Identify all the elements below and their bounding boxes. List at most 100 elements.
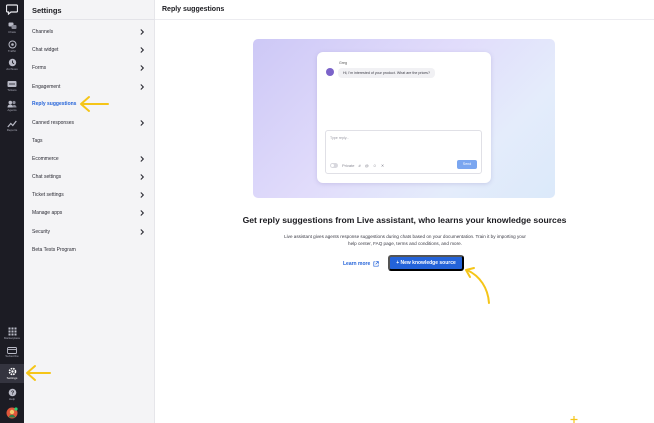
sidebar-item-label: Canned responses [32, 120, 74, 126]
sidebar-item-label: Chat widget [32, 47, 59, 53]
empty-state-headline: Get reply suggestions from Live assistan… [242, 215, 567, 225]
chevron-right-icon [140, 174, 145, 180]
hash-icon: # [358, 163, 361, 168]
divider [24, 19, 155, 20]
rail-label: Settings [6, 376, 18, 380]
sidebar-item-ticket-settings[interactable]: Ticket settings [24, 188, 155, 202]
reply-input-preview: Type reply... Private # @ ☺ ✕ Send [325, 130, 482, 174]
chat-preview-card: Greg Hi, I'm interested of your product.… [317, 52, 491, 183]
rail-label: Archives [6, 67, 18, 71]
subscribe-icon [7, 347, 17, 354]
app-window: Chats Traffic Archives Tickets Agents Re… [0, 0, 654, 423]
sidebar-item-canned-responses[interactable]: Canned responses [24, 116, 155, 130]
sidebar-item-label: Chat settings [32, 174, 62, 180]
new-knowledge-source-label: + New knowledge source [396, 260, 456, 266]
sidebar-item-label: Engagement [32, 84, 61, 90]
chevron-right-icon [140, 47, 145, 53]
rail-label: Help [8, 397, 16, 401]
sidebar-item-label: Ticket settings [32, 192, 64, 198]
traffic-icon [8, 40, 16, 49]
help-icon: ? [8, 388, 16, 396]
rail-item-settings[interactable]: Settings [0, 364, 24, 383]
sidebar-item-manage-apps[interactable]: Manage apps [24, 206, 155, 220]
rail-item-marketplace[interactable]: Marketplace [0, 327, 24, 340]
sidebar-item-label: Manage apps [32, 210, 63, 216]
sidebar-item-label: Security [32, 229, 51, 235]
ticket-icon [7, 81, 17, 87]
magic-icon: ✕ [380, 163, 385, 168]
sidebar-item-label: Forms [32, 65, 47, 71]
logo-icon[interactable] [0, 4, 24, 15]
sidebar-item-label: Tags [32, 138, 43, 144]
sidebar-item-chat-widget[interactable]: Chat widget [24, 43, 155, 57]
chat-bubble-icon [8, 22, 16, 29]
sidebar-item-channels[interactable]: Channels [24, 25, 155, 39]
annotation-arrow-icon [26, 365, 51, 381]
rail-item-traffic[interactable]: Traffic [0, 40, 24, 53]
annotation-arrow-icon [465, 267, 490, 304]
learn-more-label: Learn more [343, 260, 371, 267]
main-header: Reply suggestions [155, 0, 654, 20]
clock-icon [8, 58, 16, 67]
rail-label: Marketplace [3, 336, 21, 340]
icon-rail: Chats Traffic Archives Tickets Agents Re… [0, 0, 24, 423]
reply-placeholder: Type reply... [330, 136, 350, 140]
chevron-right-icon [140, 229, 145, 235]
rail-label: Chats [8, 30, 16, 34]
annotation-arrow-icon [80, 96, 109, 112]
emoji-icon: ☺ [372, 163, 377, 168]
rail-item-archives[interactable]: Archives [0, 58, 24, 71]
reply-toolbar: Private # @ ☺ ✕ [330, 163, 384, 168]
chevron-right-icon [140, 84, 145, 90]
rail-label: Traffic [7, 49, 17, 53]
sidebar-item-tags[interactable]: Tags [24, 134, 155, 148]
chat-message: Hi, I'm interested of your product. What… [338, 68, 435, 78]
empty-state-description: Live assistant gives agents response sug… [284, 234, 526, 247]
sidebar-item-beta-tests-program[interactable]: Beta Tests Program [24, 243, 155, 257]
gear-icon [8, 367, 16, 376]
send-button-preview: Send [457, 160, 477, 169]
chevron-right-icon [140, 65, 145, 71]
chat-sender-name: Greg [339, 61, 347, 65]
external-link-icon [373, 260, 379, 267]
sidebar-item-chat-settings[interactable]: Chat settings [24, 170, 155, 184]
sidebar-title: Settings [32, 6, 62, 15]
settings-sidebar: Settings Channels Chat widget Forms Engagem… [24, 0, 155, 423]
chevron-right-icon [140, 156, 145, 162]
chevron-right-icon [140, 210, 145, 216]
rail-label: Tickets [7, 88, 17, 92]
rail-item-tickets[interactable]: Tickets [0, 80, 24, 92]
rail-item-subscribe[interactable]: Subscribe [0, 347, 24, 358]
chevron-right-icon [140, 29, 145, 35]
learn-more-link[interactable]: Learn more [343, 259, 379, 268]
at-icon: @ [364, 163, 369, 168]
rail-label: Agents [7, 108, 17, 112]
rail-item-agents[interactable]: Agents [0, 100, 24, 112]
rail-item-reports[interactable]: Reports [0, 120, 24, 132]
chevron-right-icon [140, 192, 145, 198]
reports-icon [7, 120, 17, 128]
grid-icon [8, 327, 16, 336]
sidebar-item-label: Ecommerce [32, 156, 59, 162]
avatar [326, 68, 334, 76]
avatar-icon [6, 407, 18, 419]
sidebar-item-label: Reply suggestions [32, 101, 77, 107]
rail-label: Subscribe [5, 354, 19, 358]
annotation-sparkle-icon [570, 416, 578, 423]
chevron-right-icon [140, 120, 145, 126]
user-avatar[interactable] [0, 407, 24, 419]
sidebar-item-label: Beta Tests Program [32, 247, 76, 253]
sidebar-item-ecommerce[interactable]: Ecommerce [24, 152, 155, 166]
page-title: Reply suggestions [162, 6, 225, 13]
sidebar-item-forms[interactable]: Forms [24, 61, 155, 75]
rail-label: Reports [6, 128, 18, 132]
sidebar-item-label: Channels [32, 29, 54, 35]
sidebar-item-engagement[interactable]: Engagement [24, 80, 155, 94]
private-toggle-icon [330, 163, 338, 168]
sidebar-item-security[interactable]: Security [24, 225, 155, 239]
agents-icon [7, 100, 17, 108]
rail-item-help[interactable]: ? Help [0, 388, 24, 401]
rail-item-chats[interactable]: Chats [0, 22, 24, 34]
new-knowledge-source-button[interactable]: + New knowledge source [388, 255, 464, 271]
private-label: Private [342, 163, 355, 168]
